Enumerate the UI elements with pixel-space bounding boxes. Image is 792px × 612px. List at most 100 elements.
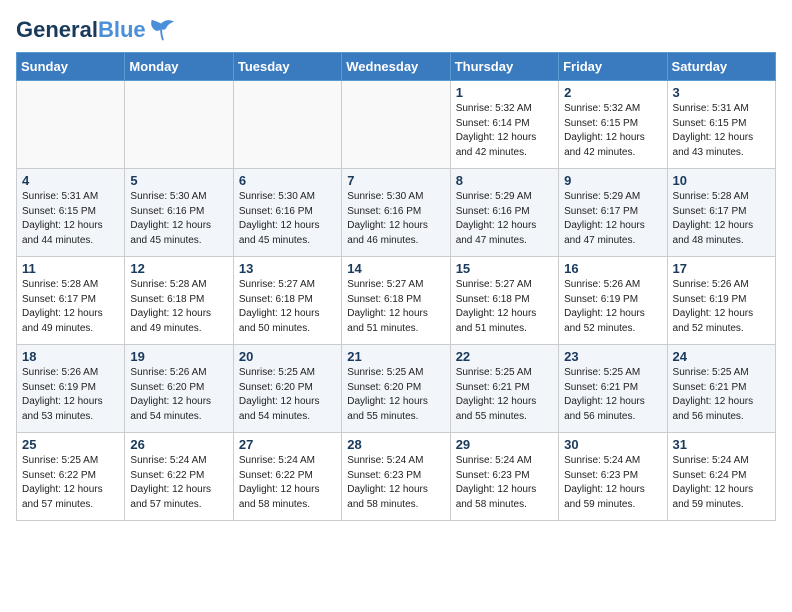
day-info: Sunrise: 5:24 AM Sunset: 6:22 PM Dayligh… xyxy=(130,454,227,512)
day-number: 16 xyxy=(564,261,661,276)
logo-icon xyxy=(148,16,176,44)
calendar-table: SundayMondayTuesdayWednesdayThursdayFrid… xyxy=(16,52,776,521)
calendar-cell: 24 Sunrise: 5:25 AM Sunset: 6:21 PM Dayli… xyxy=(667,345,775,433)
day-of-week-header: Saturday xyxy=(667,53,775,81)
page-header: GeneralBlue xyxy=(16,16,776,44)
day-number: 11 xyxy=(22,261,119,276)
day-number: 6 xyxy=(239,173,336,188)
calendar-week-row: 1Sunrise: 5:32 AM Sunset: 6:14 PM Daylig… xyxy=(17,81,776,169)
day-info: Sunrise: 5:24 AM Sunset: 6:23 PM Dayligh… xyxy=(564,454,661,512)
calendar-cell xyxy=(125,81,233,169)
day-info: Sunrise: 5:24 AM Sunset: 6:24 PM Dayligh… xyxy=(673,454,770,512)
day-number: 8 xyxy=(456,173,553,188)
day-number: 22 xyxy=(456,349,553,364)
day-number: 5 xyxy=(130,173,227,188)
day-number: 18 xyxy=(22,349,119,364)
calendar-cell: 13 Sunrise: 5:27 AM Sunset: 6:18 PM Dayli… xyxy=(233,257,341,345)
day-of-week-header: Tuesday xyxy=(233,53,341,81)
day-info: Sunrise: 5:26 AM Sunset: 6:19 PM Dayligh… xyxy=(22,366,119,424)
calendar-cell: 15 Sunrise: 5:27 AM Sunset: 6:18 PM Dayli… xyxy=(450,257,558,345)
day-info: Sunrise: 5:28 AM Sunset: 6:18 PM Dayligh… xyxy=(130,278,227,336)
day-of-week-header: Monday xyxy=(125,53,233,81)
calendar-cell: 2Sunrise: 5:32 AM Sunset: 6:15 PM Daylig… xyxy=(559,81,667,169)
day-info: Sunrise: 5:25 AM Sunset: 6:22 PM Dayligh… xyxy=(22,454,119,512)
day-number: 24 xyxy=(673,349,770,364)
calendar-cell: 28Sunrise: 5:24 AM Sunset: 6:23 PM Dayli… xyxy=(342,433,450,521)
calendar-cell: 9Sunrise: 5:29 AM Sunset: 6:17 PM Daylig… xyxy=(559,169,667,257)
day-info: Sunrise: 5:28 AM Sunset: 6:17 PM Dayligh… xyxy=(22,278,119,336)
day-info: Sunrise: 5:28 AM Sunset: 6:17 PM Dayligh… xyxy=(673,190,770,248)
calendar-cell: 21Sunrise: 5:25 AM Sunset: 6:20 PM Dayli… xyxy=(342,345,450,433)
day-info: Sunrise: 5:27 AM Sunset: 6:18 PM Dayligh… xyxy=(239,278,336,336)
calendar-cell: 5 Sunrise: 5:30 AM Sunset: 6:16 PM Daylig… xyxy=(125,169,233,257)
calendar-cell: 22 Sunrise: 5:25 AM Sunset: 6:21 PM Dayli… xyxy=(450,345,558,433)
day-info: Sunrise: 5:26 AM Sunset: 6:20 PM Dayligh… xyxy=(130,366,227,424)
calendar-cell: 20 Sunrise: 5:25 AM Sunset: 6:20 PM Dayli… xyxy=(233,345,341,433)
day-info: Sunrise: 5:26 AM Sunset: 6:19 PM Dayligh… xyxy=(564,278,661,336)
day-number: 7 xyxy=(347,173,444,188)
logo-text: GeneralBlue xyxy=(16,18,146,42)
day-number: 1 xyxy=(456,85,553,100)
day-number: 27 xyxy=(239,437,336,452)
calendar-cell: 3 Sunrise: 5:31 AM Sunset: 6:15 PM Daylig… xyxy=(667,81,775,169)
day-number: 15 xyxy=(456,261,553,276)
calendar-week-row: 18 Sunrise: 5:26 AM Sunset: 6:19 PM Dayli… xyxy=(17,345,776,433)
calendar-cell xyxy=(233,81,341,169)
calendar-header-row: SundayMondayTuesdayWednesdayThursdayFrid… xyxy=(17,53,776,81)
calendar-cell: 8 Sunrise: 5:29 AM Sunset: 6:16 PM Daylig… xyxy=(450,169,558,257)
calendar-cell: 27 Sunrise: 5:24 AM Sunset: 6:22 PM Dayli… xyxy=(233,433,341,521)
day-info: Sunrise: 5:30 AM Sunset: 6:16 PM Dayligh… xyxy=(130,190,227,248)
logo: GeneralBlue xyxy=(16,16,176,44)
day-info: Sunrise: 5:26 AM Sunset: 6:19 PM Dayligh… xyxy=(673,278,770,336)
calendar-cell: 18 Sunrise: 5:26 AM Sunset: 6:19 PM Dayli… xyxy=(17,345,125,433)
day-of-week-header: Sunday xyxy=(17,53,125,81)
calendar-cell: 17Sunrise: 5:26 AM Sunset: 6:19 PM Dayli… xyxy=(667,257,775,345)
day-number: 28 xyxy=(347,437,444,452)
day-number: 30 xyxy=(564,437,661,452)
day-info: Sunrise: 5:29 AM Sunset: 6:16 PM Dayligh… xyxy=(456,190,553,248)
calendar-cell: 31 Sunrise: 5:24 AM Sunset: 6:24 PM Dayli… xyxy=(667,433,775,521)
day-number: 26 xyxy=(130,437,227,452)
calendar-cell: 11 Sunrise: 5:28 AM Sunset: 6:17 PM Dayli… xyxy=(17,257,125,345)
day-number: 13 xyxy=(239,261,336,276)
day-of-week-header: Thursday xyxy=(450,53,558,81)
calendar-cell: 6 Sunrise: 5:30 AM Sunset: 6:16 PM Daylig… xyxy=(233,169,341,257)
calendar-cell: 10 Sunrise: 5:28 AM Sunset: 6:17 PM Dayli… xyxy=(667,169,775,257)
calendar-cell: 1Sunrise: 5:32 AM Sunset: 6:14 PM Daylig… xyxy=(450,81,558,169)
day-number: 12 xyxy=(130,261,227,276)
day-number: 19 xyxy=(130,349,227,364)
day-info: Sunrise: 5:30 AM Sunset: 6:16 PM Dayligh… xyxy=(239,190,336,248)
calendar-cell: 7 Sunrise: 5:30 AM Sunset: 6:16 PM Daylig… xyxy=(342,169,450,257)
calendar-cell: 16 Sunrise: 5:26 AM Sunset: 6:19 PM Dayli… xyxy=(559,257,667,345)
day-info: Sunrise: 5:25 AM Sunset: 6:21 PM Dayligh… xyxy=(456,366,553,424)
calendar-cell xyxy=(17,81,125,169)
calendar-cell xyxy=(342,81,450,169)
day-number: 2 xyxy=(564,85,661,100)
day-info: Sunrise: 5:25 AM Sunset: 6:21 PM Dayligh… xyxy=(673,366,770,424)
calendar-cell: 23Sunrise: 5:25 AM Sunset: 6:21 PM Dayli… xyxy=(559,345,667,433)
day-number: 4 xyxy=(22,173,119,188)
day-number: 31 xyxy=(673,437,770,452)
day-number: 10 xyxy=(673,173,770,188)
day-info: Sunrise: 5:31 AM Sunset: 6:15 PM Dayligh… xyxy=(22,190,119,248)
day-info: Sunrise: 5:27 AM Sunset: 6:18 PM Dayligh… xyxy=(456,278,553,336)
day-info: Sunrise: 5:30 AM Sunset: 6:16 PM Dayligh… xyxy=(347,190,444,248)
calendar-cell: 29 Sunrise: 5:24 AM Sunset: 6:23 PM Dayli… xyxy=(450,433,558,521)
day-info: Sunrise: 5:24 AM Sunset: 6:22 PM Dayligh… xyxy=(239,454,336,512)
day-number: 29 xyxy=(456,437,553,452)
day-of-week-header: Friday xyxy=(559,53,667,81)
day-number: 20 xyxy=(239,349,336,364)
calendar-week-row: 25Sunrise: 5:25 AM Sunset: 6:22 PM Dayli… xyxy=(17,433,776,521)
day-number: 21 xyxy=(347,349,444,364)
calendar-cell: 26 Sunrise: 5:24 AM Sunset: 6:22 PM Dayli… xyxy=(125,433,233,521)
calendar-cell: 25Sunrise: 5:25 AM Sunset: 6:22 PM Dayli… xyxy=(17,433,125,521)
calendar-week-row: 4 Sunrise: 5:31 AM Sunset: 6:15 PM Daylig… xyxy=(17,169,776,257)
day-info: Sunrise: 5:25 AM Sunset: 6:20 PM Dayligh… xyxy=(239,366,336,424)
day-info: Sunrise: 5:31 AM Sunset: 6:15 PM Dayligh… xyxy=(673,102,770,160)
calendar-cell: 19 Sunrise: 5:26 AM Sunset: 6:20 PM Dayli… xyxy=(125,345,233,433)
day-number: 3 xyxy=(673,85,770,100)
day-info: Sunrise: 5:24 AM Sunset: 6:23 PM Dayligh… xyxy=(456,454,553,512)
day-info: Sunrise: 5:29 AM Sunset: 6:17 PM Dayligh… xyxy=(564,190,661,248)
calendar-week-row: 11 Sunrise: 5:28 AM Sunset: 6:17 PM Dayli… xyxy=(17,257,776,345)
day-info: Sunrise: 5:25 AM Sunset: 6:21 PM Dayligh… xyxy=(564,366,661,424)
